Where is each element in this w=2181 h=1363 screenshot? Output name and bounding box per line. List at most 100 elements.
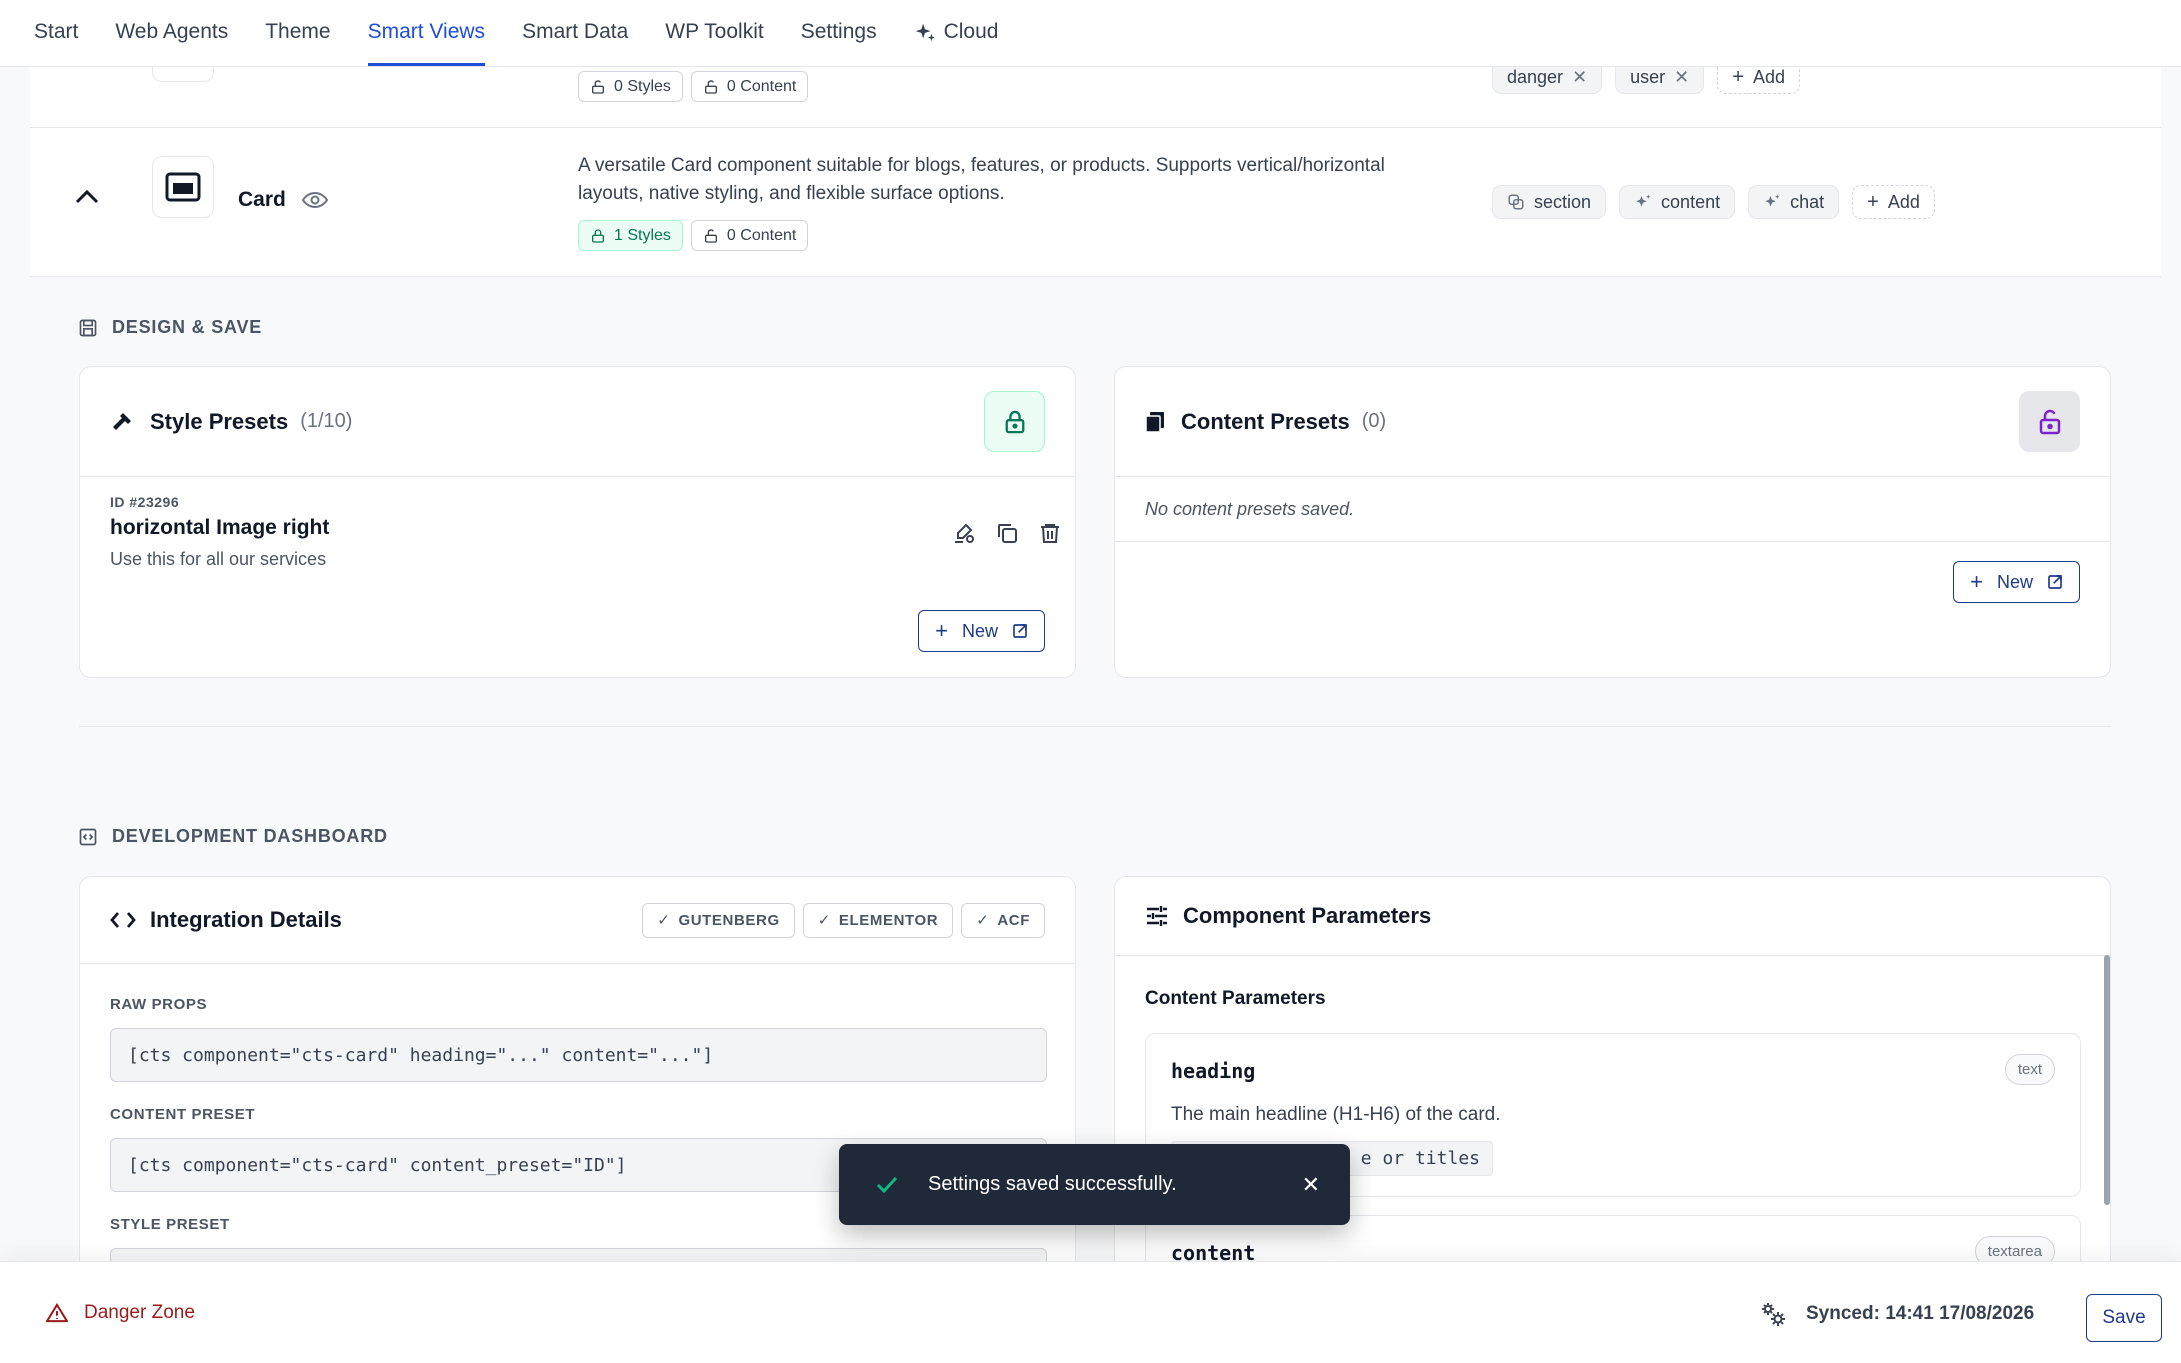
- content-count-pill: 0 Content: [690, 220, 809, 251]
- gears-icon: [1762, 1303, 1785, 1326]
- preset-description: Use this for all our services: [110, 549, 327, 569]
- unlock-icon: [704, 228, 717, 243]
- external-link-icon: [1013, 624, 1027, 638]
- save-icon: [79, 319, 97, 336]
- tag-label: section: [1534, 191, 1592, 212]
- component-description: A versatile Card component suitable for …: [578, 152, 1478, 208]
- content-presets-title: Content Presets: [1181, 408, 1350, 434]
- styles-count-pill: 0 Styles: [578, 71, 683, 102]
- close-icon[interactable]: ✕: [1572, 67, 1587, 88]
- collapse-button[interactable]: [74, 189, 100, 210]
- card-layout-icon: [165, 172, 201, 202]
- tag-section[interactable]: section: [1492, 185, 1607, 219]
- danger-zone-label: Danger Zone: [84, 1302, 195, 1323]
- unlock-icon: [592, 79, 604, 94]
- description-line: A versatile Card component suitable for …: [578, 155, 1385, 176]
- new-style-preset-button[interactable]: + New: [918, 610, 1045, 652]
- tag-label: content: [1661, 191, 1721, 212]
- close-icon[interactable]: ✕: [1674, 67, 1689, 88]
- tab-settings[interactable]: Settings: [801, 20, 877, 66]
- sparkle-icon: [915, 23, 935, 42]
- check-icon: [876, 1176, 898, 1193]
- tab-cloud[interactable]: Cloud: [914, 20, 999, 66]
- eye-icon[interactable]: [301, 191, 328, 209]
- edit-style-icon[interactable]: [952, 521, 976, 545]
- trash-icon[interactable]: [1038, 521, 1062, 545]
- style-preset-item: ID #23296 horizontal Image right Use thi…: [110, 494, 329, 570]
- sparkle-icon: [1765, 194, 1780, 207]
- tab-label: Start: [34, 20, 79, 43]
- preset-id: ID #23296: [110, 494, 180, 510]
- lock-icon: [1005, 410, 1024, 433]
- component-row-card: Card A versatile Card component suitable…: [30, 128, 2161, 277]
- tab-smart-views[interactable]: Smart Views: [367, 20, 486, 66]
- tab-label: Cloud: [943, 20, 999, 43]
- close-icon[interactable]: ✕: [1302, 1172, 1320, 1198]
- save-button[interactable]: Save: [2086, 1294, 2162, 1342]
- tab-label: Theme: [265, 20, 331, 43]
- bottom-bar: Danger Zone Synced: 14:41 17/08/2026 Sav…: [0, 1261, 2181, 1363]
- parameters-header: Component Parameters: [1115, 877, 2110, 956]
- elementor-badge: ✓ ELEMENTOR: [802, 902, 954, 938]
- tag-label: chat: [1790, 191, 1825, 212]
- tab-theme[interactable]: Theme: [265, 20, 330, 66]
- lock-toggle-button[interactable]: [984, 391, 1045, 452]
- content-presets-header: Content Presets (0): [1115, 367, 2110, 477]
- new-label: New: [1996, 571, 2033, 592]
- new-button[interactable]: + New: [1953, 561, 2080, 603]
- add-tag-button[interactable]: + Add: [1852, 185, 1935, 219]
- content-presets-card: Content Presets (0) No content presets s…: [1114, 366, 2111, 678]
- tag-chat[interactable]: chat: [1748, 185, 1840, 219]
- unlock-icon: [2039, 409, 2060, 434]
- empty-state: No content presets saved.: [1115, 477, 2110, 542]
- divider: [79, 726, 2111, 727]
- plus-icon: +: [1970, 569, 1983, 594]
- new-content-preset-button[interactable]: + New: [1953, 561, 2080, 603]
- plus-icon: +: [1867, 190, 1879, 213]
- style-presets-count: (1/10): [300, 410, 353, 432]
- parameter-description: The main headline (H1-H6) of the card.: [1171, 1104, 1501, 1125]
- section-title-label: DESIGN & SAVE: [112, 317, 263, 337]
- gutenberg-badge: ✓ GUTENBERG: [642, 902, 795, 938]
- parameter-name: heading: [1171, 1059, 1256, 1083]
- description-line: layouts, native styling, and flexible su…: [578, 183, 1005, 204]
- external-link-icon: [2048, 575, 2062, 589]
- component-parameters-card: Component Parameters Content Parameters …: [1114, 876, 2111, 1296]
- synced-label: Synced: 14:41 17/08/2026: [1806, 1303, 2035, 1324]
- lock-toggle-button[interactable]: [2019, 391, 2080, 452]
- new-label: New: [961, 620, 998, 641]
- badge-label: ELEMENTOR: [838, 911, 939, 929]
- parameter-type-badge: text: [2004, 1054, 2055, 1085]
- tab-start[interactable]: Start: [34, 20, 78, 66]
- copy-icon[interactable]: [995, 521, 1019, 545]
- tab-web-agents[interactable]: Web Agents: [115, 20, 228, 66]
- scrollbar[interactable]: [2104, 955, 2110, 1205]
- toast-message: Settings saved successfully.: [928, 1173, 1177, 1195]
- tab-wp-toolkit[interactable]: WP Toolkit: [665, 20, 763, 66]
- raw-props-code[interactable]: [cts component="cts-card" heading="..." …: [110, 1028, 1047, 1082]
- tag-list: section content chat + Add: [1492, 185, 1935, 219]
- parameters-title: Component Parameters: [1183, 903, 1432, 928]
- badge-label: GUTENBERG: [678, 911, 780, 929]
- add-tag-label: Add: [1887, 191, 1920, 212]
- styles-count-pill: 1 Styles: [578, 220, 683, 251]
- tag-label: user: [1630, 66, 1666, 87]
- tab-label: Settings: [800, 20, 877, 43]
- tab-smart-data[interactable]: Smart Data: [522, 20, 628, 66]
- tab-label: WP Toolkit: [665, 20, 764, 43]
- styles-count-label: 0 Styles: [614, 77, 671, 95]
- preset-counts: 1 Styles 0 Content: [578, 220, 809, 251]
- content-count-label: 0 Content: [726, 77, 797, 95]
- sliders-icon: [1147, 906, 1167, 926]
- check-icon: ✓: [657, 912, 671, 929]
- add-tag-label: Add: [1752, 66, 1785, 87]
- integration-details-card: Integration Details ✓ GUTENBERG ✓ ELEMENTO…: [79, 876, 1076, 1296]
- unlock-icon: [704, 79, 717, 94]
- plus-icon: +: [935, 618, 948, 643]
- danger-zone-link[interactable]: Danger Zone: [46, 1302, 195, 1324]
- new-button[interactable]: + New: [918, 610, 1045, 652]
- content-parameters-subtitle: Content Parameters: [1145, 988, 1326, 1009]
- warning-icon: [46, 1303, 68, 1323]
- documents-icon: [1145, 411, 1164, 433]
- tag-content[interactable]: content: [1619, 185, 1736, 219]
